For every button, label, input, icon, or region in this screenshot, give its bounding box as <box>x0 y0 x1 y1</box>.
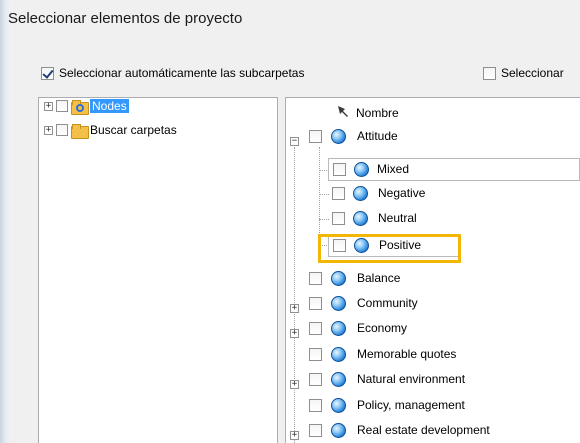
list-item-label: Attitude <box>357 129 398 143</box>
node-icon <box>331 129 346 144</box>
tree-item-label: Buscar carpetas <box>90 123 177 137</box>
auto-subfolders-label: Seleccionar automáticamente las subcarpe… <box>59 66 305 80</box>
node-icon <box>353 186 368 201</box>
list-item-checkbox[interactable] <box>309 272 322 285</box>
list-item-checkbox[interactable] <box>332 187 345 200</box>
list-item-checkbox[interactable] <box>309 130 322 143</box>
folder-tree-panel[interactable] <box>38 97 278 443</box>
list-item-neutral[interactable]: Neutral <box>328 207 580 231</box>
list-item-natural-environment[interactable]: + Natural environment <box>286 367 580 391</box>
node-icon <box>354 162 369 177</box>
tree-item-checkbox[interactable] <box>56 124 68 136</box>
list-item-label: Real estate development <box>357 423 490 437</box>
tree-item-checkbox[interactable] <box>56 100 68 112</box>
list-item-negative[interactable]: Negative <box>328 182 580 206</box>
list-item-label: Memorable quotes <box>357 347 457 361</box>
list-item-real-estate-development[interactable]: + Real estate development <box>286 418 580 442</box>
nodes-folder-icon <box>71 99 89 115</box>
pin-icon[interactable] <box>336 104 350 118</box>
second-option-checkbox[interactable] <box>483 66 496 80</box>
list-item-label: Economy <box>357 321 408 335</box>
list-item-label: Natural environment <box>357 372 466 386</box>
search-folder-icon <box>71 123 89 139</box>
tree-item-search-folders[interactable]: + Buscar carpetas <box>44 122 177 139</box>
list-item-policy-management[interactable]: Policy, management <box>286 393 580 417</box>
list-item-label: Negative <box>378 186 426 200</box>
list-item-checkbox[interactable] <box>332 212 345 225</box>
list-item-checkbox[interactable] <box>309 373 322 386</box>
second-option-label: Seleccionar <box>501 66 564 80</box>
tree-item-nodes[interactable]: + Nodes <box>44 98 129 115</box>
expand-icon[interactable]: + <box>44 101 53 111</box>
window-title: Seleccionar elementos de proyecto <box>8 10 243 27</box>
expand-icon[interactable]: + <box>44 125 53 135</box>
node-icon <box>331 321 346 336</box>
list-item-label: Community <box>357 296 418 310</box>
list-item-label: Mixed <box>377 162 410 176</box>
list-item-mixed[interactable]: Mixed <box>328 158 580 181</box>
expand-icon[interactable]: + <box>290 304 299 313</box>
node-icon <box>331 372 346 387</box>
expand-icon[interactable]: + <box>290 431 299 440</box>
auto-subfolders-option[interactable]: Seleccionar automáticamente las subcarpe… <box>41 66 304 80</box>
node-icon <box>331 398 346 413</box>
auto-subfolders-checkbox[interactable] <box>41 66 54 80</box>
list-item-economy[interactable]: + Economy <box>286 316 580 340</box>
second-option[interactable]: Seleccionar <box>483 66 564 80</box>
expand-icon[interactable]: + <box>290 329 299 338</box>
list-item-attitude[interactable]: − Attitude <box>286 124 580 148</box>
list-item-memorable-quotes[interactable]: Memorable quotes <box>286 342 580 366</box>
node-icon <box>353 211 368 226</box>
highlight-box <box>318 234 461 263</box>
list-item-checkbox[interactable] <box>309 297 322 310</box>
column-header-name[interactable]: Nombre <box>356 106 399 120</box>
list-item-checkbox[interactable] <box>309 322 322 335</box>
list-item-checkbox[interactable] <box>333 163 346 176</box>
list-item-checkbox[interactable] <box>309 348 322 361</box>
tree-item-label: Nodes <box>90 99 129 113</box>
collapse-icon[interactable]: − <box>290 137 299 146</box>
node-icon <box>331 271 346 286</box>
list-item-label: Neutral <box>378 211 417 225</box>
node-icon <box>331 423 346 438</box>
expand-icon[interactable]: + <box>290 380 299 389</box>
node-icon <box>331 296 346 311</box>
node-icon <box>331 347 346 362</box>
list-item-community[interactable]: + Community <box>286 291 580 315</box>
list-item-checkbox[interactable] <box>309 399 322 412</box>
list-item-balance[interactable]: Balance <box>286 266 580 290</box>
list-item-label: Policy, management <box>357 398 465 412</box>
list-item-label: Balance <box>357 271 401 285</box>
list-item-checkbox[interactable] <box>309 424 322 437</box>
